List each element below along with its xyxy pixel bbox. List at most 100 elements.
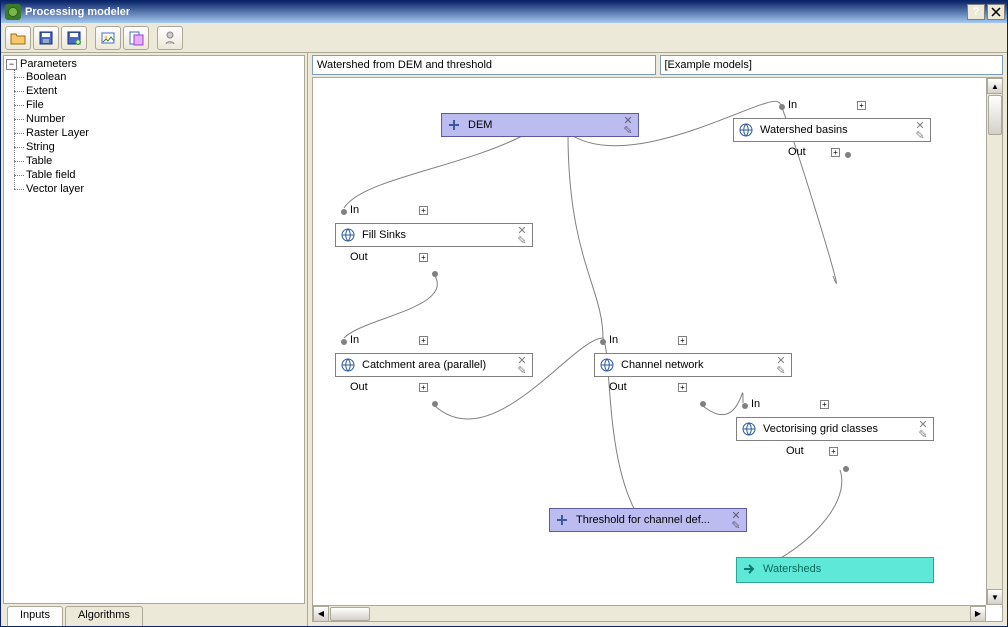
port-out[interactable]: [845, 152, 851, 158]
node-title: DEM: [468, 119, 618, 131]
node-catchment-area[interactable]: Catchment area (parallel) ✕✎: [335, 353, 533, 377]
export-image-button[interactable]: [95, 26, 121, 50]
algorithm-globe-icon: [738, 122, 754, 138]
close-button[interactable]: [987, 4, 1005, 20]
algorithm-globe-icon: [340, 227, 356, 243]
node-dem[interactable]: DEM ✕✎: [441, 113, 639, 137]
node-channel-network[interactable]: Channel network ✕✎: [594, 353, 792, 377]
output-arrow-icon: [741, 561, 757, 577]
left-tabs: Inputs Algorithms: [1, 606, 307, 626]
expand-out-icon[interactable]: +: [678, 383, 687, 392]
label-out: Out: [609, 381, 627, 393]
edit-node-icon[interactable]: ✎: [775, 365, 787, 375]
node-fill-sinks[interactable]: Fill Sinks ✕✎: [335, 223, 533, 247]
open-button[interactable]: [5, 26, 31, 50]
processing-modeler-window: Processing modeler ? − Parameters Boolea…: [0, 0, 1008, 627]
port-in[interactable]: [779, 104, 785, 110]
expand-in-icon[interactable]: +: [419, 336, 428, 345]
save-as-button[interactable]: [61, 26, 87, 50]
tab-inputs[interactable]: Inputs: [7, 606, 63, 626]
node-threshold[interactable]: Threshold for channel def... ✕✎: [549, 508, 747, 532]
tree-item-extent[interactable]: Extent: [26, 84, 302, 98]
tree-item-boolean[interactable]: Boolean: [26, 70, 302, 84]
port-out[interactable]: [432, 401, 438, 407]
edit-node-icon[interactable]: ✎: [917, 429, 929, 439]
expand-out-icon[interactable]: +: [831, 148, 840, 157]
expand-in-icon[interactable]: +: [678, 336, 687, 345]
model-canvas[interactable]: DEM ✕✎ In + Fill Sinks ✕✎: [313, 78, 1002, 621]
model-name-row: [308, 53, 1007, 77]
tree-root[interactable]: − Parameters: [6, 58, 302, 70]
expand-in-icon[interactable]: +: [419, 206, 428, 215]
tree-item-table-field[interactable]: Table field: [26, 168, 302, 182]
label-in: In: [751, 398, 760, 410]
port-in[interactable]: [341, 339, 347, 345]
connection-wires: [313, 78, 1002, 621]
window-title: Processing modeler: [25, 6, 130, 18]
label-in: In: [350, 334, 359, 346]
canvas-wrap: DEM ✕✎ In + Fill Sinks ✕✎: [312, 77, 1003, 622]
node-title: Threshold for channel def...: [576, 514, 726, 526]
label-out: Out: [786, 445, 804, 457]
port-in[interactable]: [742, 403, 748, 409]
port-out[interactable]: [843, 466, 849, 472]
help-button[interactable]: ?: [967, 4, 985, 20]
run-button[interactable]: [157, 26, 183, 50]
algorithm-globe-icon: [340, 357, 356, 373]
port-in[interactable]: [341, 209, 347, 215]
edit-help-button[interactable]: [123, 26, 149, 50]
expand-out-icon[interactable]: +: [419, 383, 428, 392]
node-title: Vectorising grid classes: [763, 423, 913, 435]
node-watershed-basins[interactable]: Watershed basins ✕✎: [733, 118, 931, 142]
label-in: In: [609, 334, 618, 346]
node-title: Channel network: [621, 359, 771, 371]
node-title: Watershed basins: [760, 124, 910, 136]
edit-node-icon[interactable]: ✎: [622, 125, 634, 135]
tree-item-number[interactable]: Number: [26, 112, 302, 126]
port-out[interactable]: [700, 401, 706, 407]
parameters-tree[interactable]: − Parameters Boolean Extent File Number …: [3, 55, 305, 604]
param-plus-icon: [446, 117, 462, 133]
node-title: Fill Sinks: [362, 229, 512, 241]
edit-node-icon[interactable]: ✎: [914, 130, 926, 140]
algorithm-globe-icon: [741, 421, 757, 437]
label-in: In: [788, 99, 797, 111]
toolbar: [1, 23, 1007, 53]
expand-out-icon[interactable]: +: [829, 447, 838, 456]
save-button[interactable]: [33, 26, 59, 50]
node-watersheds-output[interactable]: Watersheds: [736, 557, 934, 583]
tree-item-vector-layer[interactable]: Vector layer: [26, 182, 302, 196]
tree-children: Boolean Extent File Number Raster Layer …: [6, 70, 302, 196]
body: − Parameters Boolean Extent File Number …: [1, 53, 1007, 626]
edit-node-icon[interactable]: ✎: [516, 235, 528, 245]
edit-node-icon[interactable]: ✎: [516, 365, 528, 375]
tree-item-file[interactable]: File: [26, 98, 302, 112]
expand-out-icon[interactable]: +: [419, 253, 428, 262]
expand-in-icon[interactable]: +: [857, 101, 866, 110]
collapse-icon[interactable]: −: [6, 59, 17, 70]
right-panel: DEM ✕✎ In + Fill Sinks ✕✎: [308, 53, 1007, 626]
tree-root-label: Parameters: [20, 58, 77, 70]
port-out[interactable]: [432, 271, 438, 277]
expand-in-icon[interactable]: +: [820, 400, 829, 409]
edit-node-icon[interactable]: ✎: [730, 520, 742, 530]
tab-algorithms[interactable]: Algorithms: [65, 606, 143, 626]
label-in: In: [350, 204, 359, 216]
tree-item-table[interactable]: Table: [26, 154, 302, 168]
app-icon: [5, 4, 21, 20]
node-vectorising-grid-classes[interactable]: Vectorising grid classes ✕✎: [736, 417, 934, 441]
model-group-input[interactable]: [660, 55, 1004, 75]
node-title: Watersheds: [763, 563, 929, 575]
titlebar[interactable]: Processing modeler ?: [1, 1, 1007, 23]
label-out: Out: [788, 146, 806, 158]
algorithm-globe-icon: [599, 357, 615, 373]
port-in[interactable]: [600, 339, 606, 345]
label-out: Out: [350, 251, 368, 263]
tree-item-string[interactable]: String: [26, 140, 302, 154]
label-out: Out: [350, 381, 368, 393]
model-name-input[interactable]: [312, 55, 656, 75]
param-plus-icon: [554, 512, 570, 528]
node-title: Catchment area (parallel): [362, 359, 512, 371]
left-panel: − Parameters Boolean Extent File Number …: [1, 53, 308, 626]
tree-item-raster-layer[interactable]: Raster Layer: [26, 126, 302, 140]
